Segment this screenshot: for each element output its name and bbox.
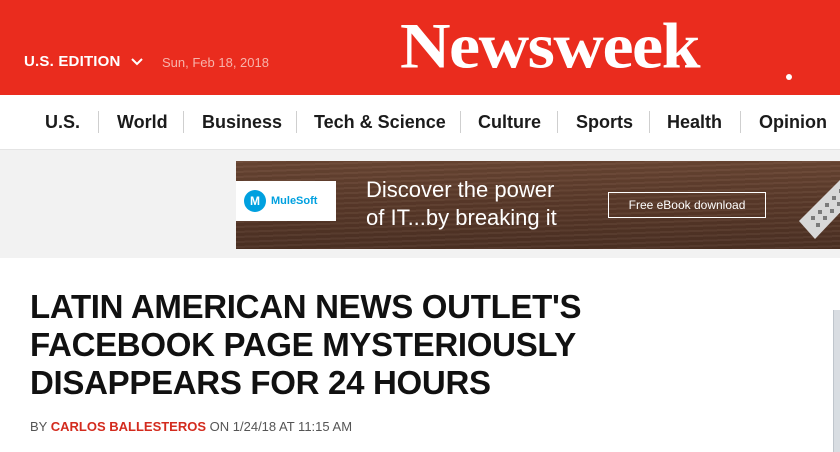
- edition-selector[interactable]: U.S. EDITION: [24, 53, 144, 70]
- main-nav: U.S. World Business Tech & Science Cultu…: [0, 95, 840, 150]
- ad-band: M MuleSoft Discover the power of IT...by…: [0, 150, 840, 258]
- article-byline: BY CARLOS BALLESTEROS ON 1/24/18 AT 11:1…: [30, 419, 352, 434]
- ad-brand-name: MuleSoft: [271, 195, 318, 207]
- ad-line-1: Discover the power: [366, 177, 555, 202]
- nav-separator: [557, 111, 558, 133]
- article-headline: Latin American News Outlet's Facebook Pa…: [30, 288, 582, 401]
- ad-line-2: of IT...by breaking it: [366, 205, 557, 230]
- ad-cta-button[interactable]: Free eBook download: [608, 192, 766, 218]
- nav-item-business[interactable]: Business: [202, 95, 282, 149]
- banner-ad[interactable]: M MuleSoft Discover the power of IT...by…: [236, 161, 840, 249]
- mulesoft-logo: M MuleSoft: [236, 181, 336, 221]
- author-link[interactable]: CARLOS BALLESTEROS: [51, 419, 206, 434]
- nav-item-tech-science[interactable]: Tech & Science: [314, 95, 446, 149]
- nav-item-culture[interactable]: Culture: [478, 95, 541, 149]
- nav-separator: [183, 111, 184, 133]
- nav-item-us[interactable]: U.S.: [45, 95, 80, 149]
- ad-message: Discover the power of IT...by breaking i…: [366, 176, 557, 232]
- nav-separator: [740, 111, 741, 133]
- chevron-down-icon: [130, 57, 143, 65]
- current-date: Sun, Feb 18, 2018: [162, 55, 269, 70]
- keyboard-icon: [799, 180, 840, 239]
- nav-item-health[interactable]: Health: [667, 95, 722, 149]
- nav-separator: [98, 111, 99, 133]
- article-dateline: ON 1/24/18 AT 11:15 AM: [209, 419, 353, 434]
- edition-label: U.S. EDITION: [24, 53, 121, 70]
- logo-dot: [786, 74, 792, 80]
- site-header: U.S. EDITION Sun, Feb 18, 2018 Newsweek: [0, 0, 840, 95]
- mulesoft-icon: M: [244, 190, 266, 212]
- nav-item-world[interactable]: World: [117, 95, 168, 149]
- byline-prefix: BY: [30, 419, 48, 434]
- nav-separator: [649, 111, 650, 133]
- nav-item-opinion[interactable]: Opinion: [759, 95, 827, 149]
- nav-item-sports[interactable]: Sports: [576, 95, 633, 149]
- nav-separator: [296, 111, 297, 133]
- sidebar-image-edge: [833, 310, 840, 452]
- newsweek-logo[interactable]: Newsweek: [400, 6, 701, 89]
- nav-separator: [460, 111, 461, 133]
